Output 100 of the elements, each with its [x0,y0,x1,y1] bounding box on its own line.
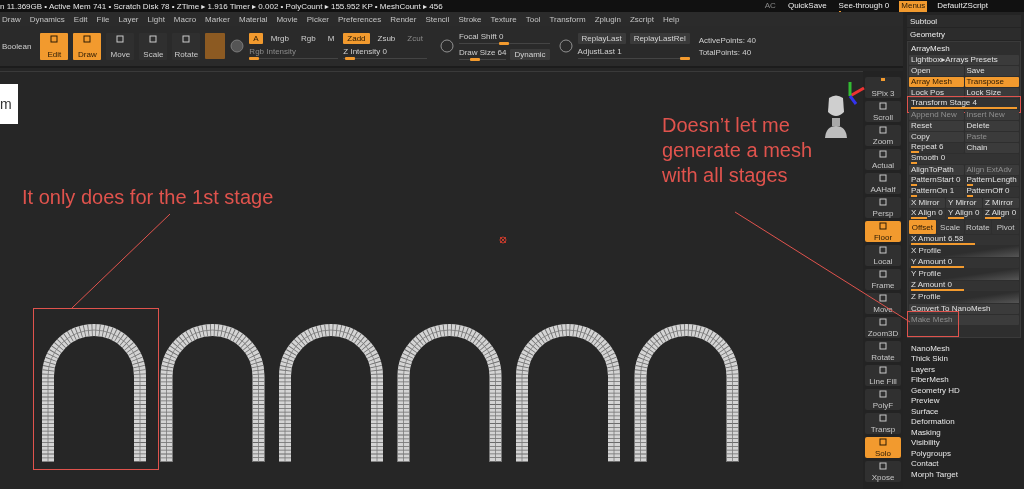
sphere-icon[interactable] [230,39,245,53]
shelf-button[interactable]: Frame [865,269,901,290]
profile-curve[interactable]: Z Profile [909,292,1019,303]
palette-section[interactable]: Polygroups [907,448,1021,459]
menu-item[interactable]: Render [390,14,417,24]
slider-thumb[interactable] [470,57,481,61]
slider-thumb[interactable] [499,41,510,45]
panel-title[interactable]: ArrayMesh [909,43,1019,54]
panel-slider[interactable]: PatternOn 1 [909,187,964,197]
palette-section[interactable]: Surface [907,406,1021,417]
menu-item[interactable]: Draw [2,14,21,24]
shelf-button[interactable]: Transp [865,413,901,434]
z-intensity-slider[interactable]: Z Intensity 0 [343,46,427,60]
panel-button[interactable]: Array Mesh [909,77,964,87]
menu-item[interactable]: Edit [73,14,88,24]
shelf-button[interactable]: Local [865,245,901,266]
profile-curve[interactable]: X Profile [909,246,1019,257]
channel-button[interactable]: A [249,32,263,44]
channel-button[interactable]: Rgb [296,32,320,44]
panel-button[interactable]: Convert To NanoMesh [909,304,1019,314]
z-mode-button[interactable]: Zsub [373,32,400,44]
shelf-button[interactable]: Solo [865,437,901,458]
shelf-button[interactable]: SPix 3 [865,77,901,98]
rgb-intensity-slider[interactable]: Rgb Intensity [249,46,339,60]
shelf-button[interactable]: PolyF [865,389,901,410]
panel-button[interactable]: Z Mirror [983,198,1019,208]
shelf-button[interactable]: Rotate [865,341,901,362]
shelf-button[interactable]: Zoom [865,125,901,146]
z-mode-button[interactable]: Zadd [343,32,370,44]
status-item[interactable]: AC [762,0,778,12]
panel-button[interactable]: Lock Pos [909,88,964,98]
palette-section[interactable]: Deformation [907,416,1021,427]
palette-section[interactable]: Geometry HD [907,385,1021,396]
shelf-button[interactable]: Persp [865,197,901,218]
menu-item[interactable]: Zplugin [594,14,621,24]
panel-button[interactable]: Delete [964,121,1019,131]
slider-thumb[interactable] [249,56,260,60]
menu-item[interactable]: Picker [306,14,329,24]
replay-button[interactable]: ReplayLastRel [629,32,690,44]
panel-slider[interactable]: PatternOff 0 [964,187,1019,197]
tool-button[interactable]: Move [106,32,135,60]
panel-slider[interactable]: PatternStart 0 [909,176,964,186]
panel-slider[interactable]: Y Align 0 [946,209,982,219]
panel-slider[interactable]: PatternLength [964,176,1019,186]
menu-item[interactable]: Texture [490,14,517,24]
palette-section[interactable]: FiberMesh [907,374,1021,385]
status-item[interactable]: QuickSave [785,0,829,12]
shelf-button[interactable]: AAHalf [865,173,901,194]
menu-item[interactable]: Zscript [629,14,654,24]
shelf-button[interactable]: Actual [865,149,901,170]
tool-button[interactable]: Rotate [172,32,201,60]
shelf-button[interactable]: Move [865,293,901,314]
palette-section[interactable]: NanoMesh [907,343,1021,354]
channel-button[interactable]: Mrgb [266,32,293,44]
palette-section[interactable]: Contact [907,458,1021,469]
menu-item[interactable]: Preferences [338,14,382,24]
panel-button[interactable]: Open [909,66,964,76]
tool-button[interactable]: Draw [73,32,102,60]
panel-button[interactable]: Copy [909,132,964,142]
panel-tab[interactable]: Scale [936,220,964,234]
panel-button[interactable]: X Mirror [909,198,945,208]
menu-item[interactable]: Light [147,14,165,24]
panel-slider[interactable]: Y Amount 0 [909,258,1019,268]
status-item[interactable]: DefaultZScript [935,0,990,12]
slider-thumb[interactable] [344,56,355,60]
shelf-button[interactable]: Scroll [865,101,901,122]
panel-slider[interactable]: Smooth 0 [909,154,1019,164]
profile-curve[interactable]: Y Profile [909,269,1019,280]
tool-button[interactable]: Edit [40,32,69,60]
palette-section[interactable]: Layers [907,364,1021,375]
menu-item[interactable]: Material [239,14,268,24]
panel-slider[interactable]: Repeat 6 [909,143,964,153]
boolean-label[interactable]: Boolean [2,41,32,51]
panel-slider[interactable]: X Amount 6.58 [909,235,1019,245]
channel-button[interactable]: M [323,32,339,44]
menu-item[interactable]: Transform [549,14,586,24]
panel-slider[interactable]: Z Align 0 [983,209,1019,219]
palette-header[interactable]: Geometry [907,28,1021,40]
palette-section[interactable]: Morph Target [907,469,1021,480]
adjust-last-slider[interactable]: AdjustLast 1 [577,46,690,60]
panel-button[interactable]: Chain [964,143,1019,153]
draw-size-slider[interactable]: Draw Size 64 [458,47,507,61]
panel-slider[interactable]: Transform Stage 4 [909,99,1019,109]
menu-item[interactable]: Macro [173,14,197,24]
shelf-button[interactable]: Zoom3D [865,317,901,338]
panel-tab[interactable]: Pivot [992,220,1019,234]
palette-section[interactable]: Preview [907,395,1021,406]
panel-button[interactable]: Lock Size [964,88,1019,98]
panel-tab[interactable]: Offset [909,220,936,234]
replay-button[interactable]: ReplayLast [577,32,626,44]
panel-slider[interactable]: Z Amount 0 [909,281,1019,291]
panel-button[interactable]: Save [964,66,1019,76]
palette-section[interactable]: Thick Skin [907,353,1021,364]
menu-item[interactable]: Layer [118,14,139,24]
menu-item[interactable]: Tool [525,14,541,24]
menu-item[interactable]: Marker [205,14,230,24]
shelf-button[interactable]: Floor [865,221,901,242]
menu-item[interactable]: Stencil [425,14,450,24]
shelf-button[interactable]: Line Fill [865,365,901,386]
panel-button[interactable]: Y Mirror [946,198,982,208]
